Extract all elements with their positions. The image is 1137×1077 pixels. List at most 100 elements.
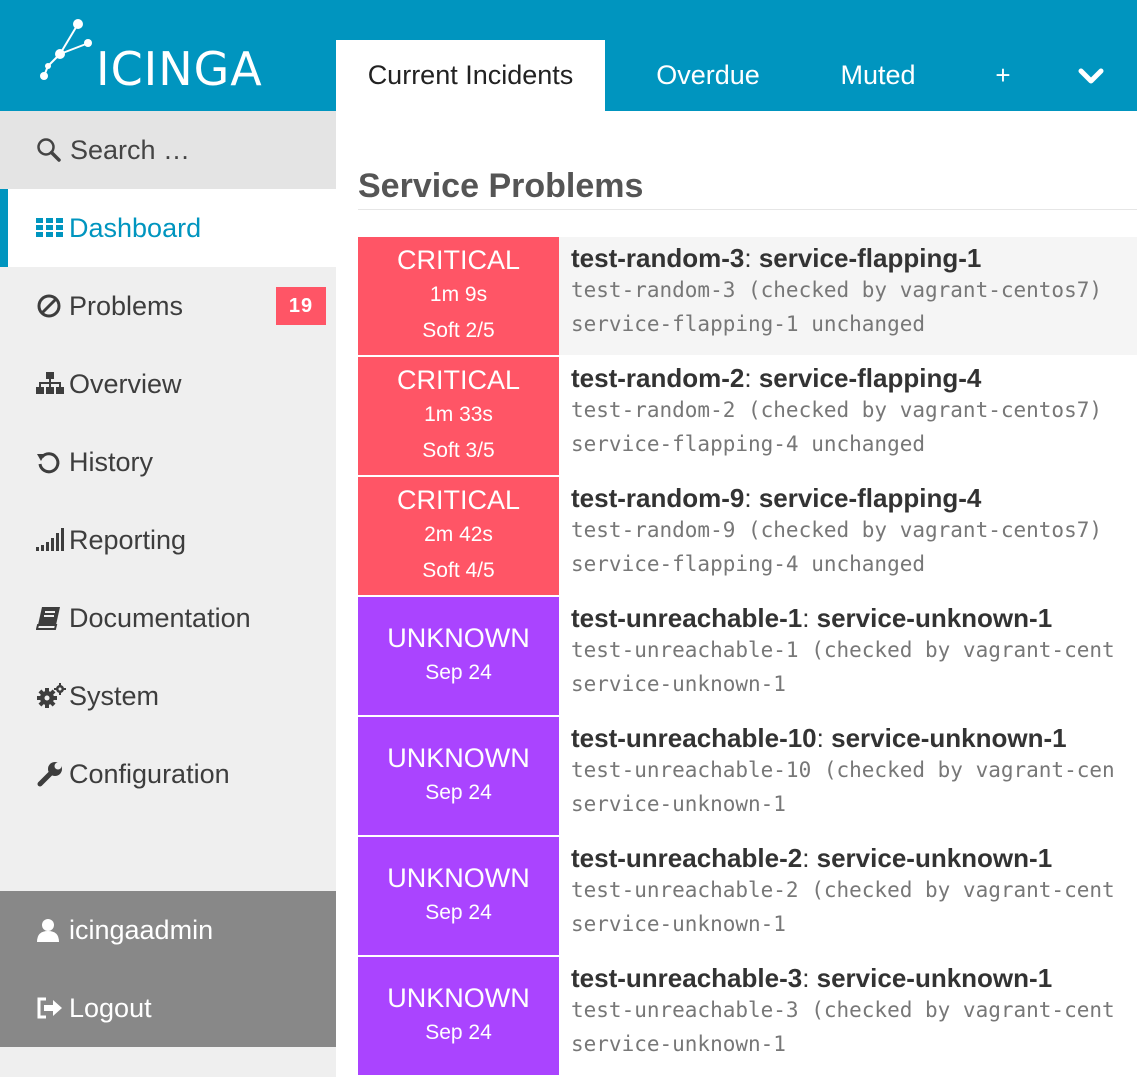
problem-details: test-random-9: service-flapping-4 test-r…	[559, 477, 1137, 595]
search-input[interactable]: Search …	[0, 111, 336, 189]
add-dashboard-tab-button[interactable]: +	[945, 40, 1061, 111]
problem-row[interactable]: UNKNOWN Sep 24 test-unreachable-10: serv…	[358, 717, 1137, 837]
service-title[interactable]: test-unreachable-3: service-unknown-1	[571, 963, 1137, 993]
service-title[interactable]: test-random-3: service-flapping-1	[571, 243, 1137, 273]
problem-details: test-random-2: service-flapping-4 test-r…	[559, 357, 1137, 475]
service-name: service-flapping-4	[758, 483, 982, 513]
sidebar-item-overview[interactable]: Overview	[0, 345, 336, 423]
state-duration: Sep 24	[425, 781, 492, 804]
tabs-more-button[interactable]	[1061, 40, 1121, 111]
history-icon	[36, 447, 66, 477]
check-source-text: test-random-2 (checked by vagrant-centos…	[571, 398, 1103, 422]
problems-icon	[36, 291, 66, 321]
sidebar-item-label: History	[69, 446, 154, 477]
state-badge-critical: CRITICAL 1m 9s Soft 2/5	[358, 237, 559, 355]
wrench-icon	[36, 759, 66, 789]
check-source-text: test-unreachable-10 (checked by vagrant-…	[571, 758, 1115, 782]
plugin-output-text: service-unknown-1	[571, 792, 786, 816]
plugin-output-text: service-flapping-4 unchanged	[571, 432, 926, 456]
state-duration: Sep 24	[425, 661, 492, 684]
service-name: service-flapping-4	[758, 363, 982, 393]
problem-details: test-unreachable-3: service-unknown-1 te…	[559, 957, 1137, 1075]
tab-current-incidents[interactable]: Current Incidents	[336, 40, 605, 111]
service-name: service-unknown-1	[816, 603, 1053, 633]
dashboard-grid-icon	[36, 213, 66, 243]
chevron-down-icon	[1078, 68, 1104, 83]
service-name: service-unknown-1	[816, 963, 1053, 993]
host-name: test-random-3	[571, 243, 745, 273]
tab-overdue[interactable]: Overdue	[605, 40, 811, 111]
state-label: UNKNOWN	[387, 983, 530, 1013]
problem-row[interactable]: CRITICAL 1m 9s Soft 2/5 test-random-3: s…	[358, 237, 1137, 357]
logout-link[interactable]: Logout	[0, 969, 336, 1047]
state-badge-unknown: UNKNOWN Sep 24	[358, 717, 559, 835]
tab-muted[interactable]: Muted	[811, 40, 945, 111]
state-badge-unknown: UNKNOWN Sep 24	[358, 957, 559, 1075]
problem-row[interactable]: UNKNOWN Sep 24 test-unreachable-1: servi…	[358, 597, 1137, 717]
sidebar-item-label: Overview	[69, 368, 182, 399]
search-placeholder: Search …	[70, 134, 191, 165]
problem-row[interactable]: CRITICAL 2m 42s Soft 4/5 test-random-9: …	[358, 477, 1137, 597]
state-label: CRITICAL	[396, 245, 521, 275]
sidebar-item-label: Reporting	[69, 524, 187, 555]
sidebar-item-label: Configuration	[69, 758, 230, 789]
search-icon	[37, 138, 61, 162]
logout-icon	[36, 993, 66, 1023]
problem-row[interactable]: UNKNOWN Sep 24 test-unreachable-3: servi…	[358, 957, 1137, 1077]
host-name: test-unreachable-10	[571, 723, 817, 753]
service-title[interactable]: test-unreachable-1: service-unknown-1	[571, 603, 1137, 633]
state-label: CRITICAL	[396, 365, 521, 395]
service-problems-list: CRITICAL 1m 9s Soft 2/5 test-random-3: s…	[358, 237, 1137, 1077]
icinga-logo[interactable]: ICINGA	[38, 18, 262, 98]
plugin-output-text: service-flapping-4 unchanged	[571, 552, 926, 576]
sidebar-item-label: System	[69, 680, 160, 711]
title-divider	[358, 209, 1137, 210]
book-icon	[36, 603, 66, 633]
user-name-label: icingaadmin	[69, 914, 214, 945]
sidebar-item-reporting[interactable]: Reporting	[0, 501, 336, 579]
host-name: test-random-9	[571, 483, 745, 513]
user-icon	[36, 915, 66, 945]
service-title[interactable]: test-random-9: service-flapping-4	[571, 483, 1137, 513]
state-duration: 1m 9s	[429, 283, 488, 306]
plugin-output-text: service-unknown-1	[571, 912, 786, 936]
check-source-text: test-random-3 (checked by vagrant-centos…	[571, 278, 1103, 302]
signal-bars-icon	[36, 525, 66, 555]
host-name: test-unreachable-2	[571, 843, 803, 873]
service-title[interactable]: test-random-2: service-flapping-4	[571, 363, 1137, 393]
service-name: service-flapping-1	[758, 243, 982, 273]
problem-details: test-random-3: service-flapping-1 test-r…	[559, 237, 1137, 355]
plugin-output-text: service-unknown-1	[571, 1032, 786, 1056]
check-attempt: Soft 4/5	[422, 559, 495, 582]
gears-icon	[36, 681, 66, 711]
plugin-output-text: service-unknown-1	[571, 672, 786, 696]
logo-text: ICINGA	[96, 42, 263, 96]
user-menu: icingaadmin Logout	[0, 891, 336, 1047]
state-badge-unknown: UNKNOWN Sep 24	[358, 837, 559, 955]
problem-row[interactable]: UNKNOWN Sep 24 test-unreachable-2: servi…	[358, 837, 1137, 957]
service-title[interactable]: test-unreachable-2: service-unknown-1	[571, 843, 1137, 873]
check-attempt: Soft 3/5	[422, 439, 495, 462]
top-header: ICINGA Current Incidents Overdue Muted +	[0, 0, 1137, 111]
sidebar-item-configuration[interactable]: Configuration	[0, 735, 336, 813]
sidebar-item-problems[interactable]: Problems 19	[0, 267, 336, 345]
user-account-link[interactable]: icingaadmin	[0, 891, 336, 969]
state-badge-unknown: UNKNOWN Sep 24	[358, 597, 559, 715]
logo-mark-icon	[40, 19, 92, 80]
state-badge-critical: CRITICAL 2m 42s Soft 4/5	[358, 477, 559, 595]
sidebar-item-documentation[interactable]: Documentation	[0, 579, 336, 657]
state-duration: Sep 24	[425, 901, 492, 924]
section-title[interactable]: Service Problems	[358, 167, 643, 206]
problem-details: test-unreachable-10: service-unknown-1 t…	[559, 717, 1137, 835]
service-title[interactable]: test-unreachable-10: service-unknown-1	[571, 723, 1137, 753]
host-name: test-unreachable-1	[571, 603, 803, 633]
sidebar-item-dashboard[interactable]: Dashboard	[0, 189, 336, 267]
state-duration: 1m 33s	[424, 403, 493, 426]
check-source-text: test-random-9 (checked by vagrant-centos…	[571, 518, 1103, 542]
state-duration: 2m 42s	[424, 523, 493, 546]
sidebar-item-history[interactable]: History	[0, 423, 336, 501]
service-name: service-unknown-1	[816, 843, 1053, 873]
problem-row[interactable]: CRITICAL 1m 33s Soft 3/5 test-random-2: …	[358, 357, 1137, 477]
state-badge-critical: CRITICAL 1m 33s Soft 3/5	[358, 357, 559, 475]
sidebar-item-system[interactable]: System	[0, 657, 336, 735]
